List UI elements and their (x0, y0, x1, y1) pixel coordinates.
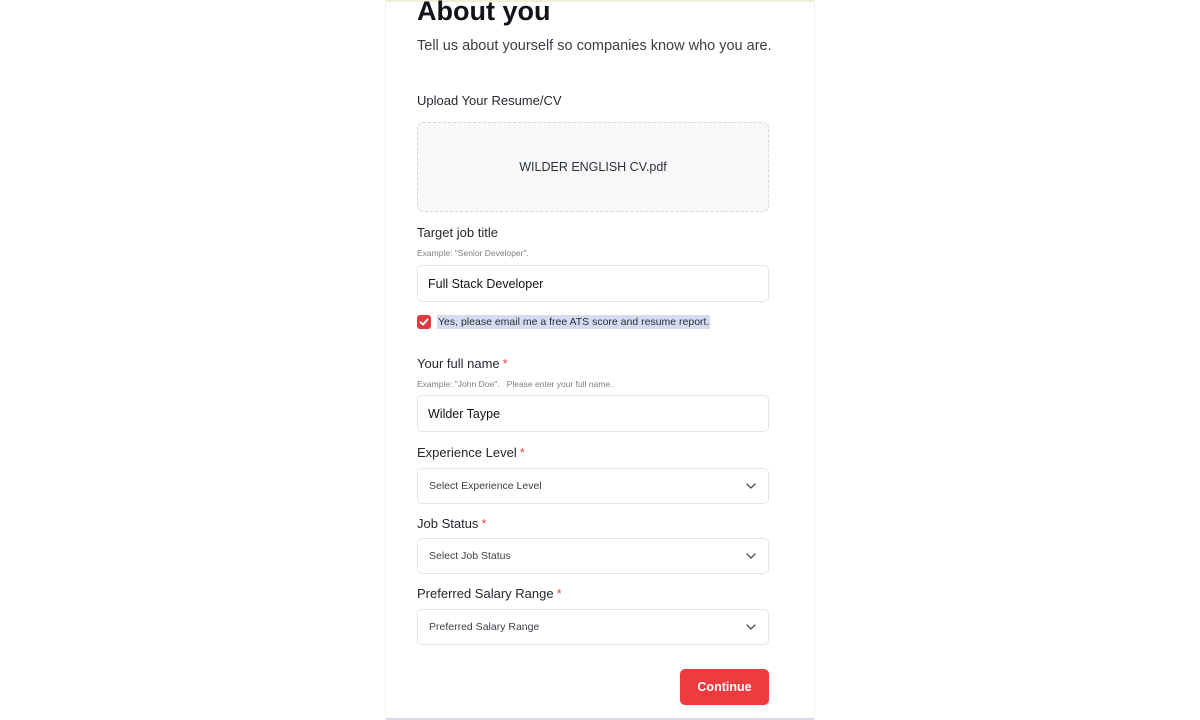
ats-opt-in-row: Yes, please email me a free ATS score an… (417, 314, 711, 330)
chevron-down-icon (746, 624, 756, 630)
job-status-label-text: Job Status (417, 516, 479, 531)
continue-button[interactable]: Continue (680, 669, 769, 705)
job-title-hint: Example: "Senior Developer". (417, 248, 529, 258)
job-status-select-value: Select Job Status (429, 550, 511, 562)
full-name-input[interactable] (417, 395, 769, 432)
full-name-label: Your full name * (417, 356, 508, 371)
salary-select[interactable]: Preferred Salary Range (417, 609, 769, 645)
ats-opt-in-label: Yes, please email me a free ATS score an… (437, 315, 711, 329)
page-title: About you (417, 0, 551, 26)
experience-label: Experience Level * (417, 445, 525, 460)
full-name-hint: Example: "John Doe". Please enter your f… (417, 379, 613, 389)
experience-select[interactable]: Select Experience Level (417, 468, 769, 504)
job-status-select[interactable]: Select Job Status (417, 538, 769, 574)
resume-file-name: WILDER ENGLISH CV.pdf (519, 160, 667, 174)
salary-select-value: Preferred Salary Range (429, 621, 540, 633)
required-mark: * (481, 516, 487, 531)
required-mark: * (502, 356, 508, 371)
required-mark: * (519, 445, 525, 460)
resume-upload-dropzone[interactable]: WILDER ENGLISH CV.pdf (417, 122, 769, 212)
job-title-input[interactable] (417, 265, 769, 302)
about-you-panel: About you Tell us about yourself so comp… (385, 0, 815, 720)
page-subtitle: Tell us about yourself so companies know… (417, 38, 772, 54)
experience-label-text: Experience Level (417, 445, 517, 460)
chevron-down-icon (746, 483, 756, 489)
required-mark: * (556, 586, 562, 601)
check-icon (419, 318, 429, 326)
full-name-label-text: Your full name (417, 356, 500, 371)
job-status-label: Job Status * (417, 516, 487, 531)
job-title-label: Target job title (417, 225, 498, 240)
salary-label: Preferred Salary Range * (417, 586, 562, 601)
experience-select-value: Select Experience Level (429, 480, 542, 492)
resume-label: Upload Your Resume/CV (417, 93, 562, 108)
salary-label-text: Preferred Salary Range (417, 586, 554, 601)
full-name-hint-text: Example: "John Doe". Please enter your f… (417, 379, 613, 389)
chevron-down-icon (746, 553, 756, 559)
ats-opt-in-checkbox[interactable] (417, 315, 431, 329)
